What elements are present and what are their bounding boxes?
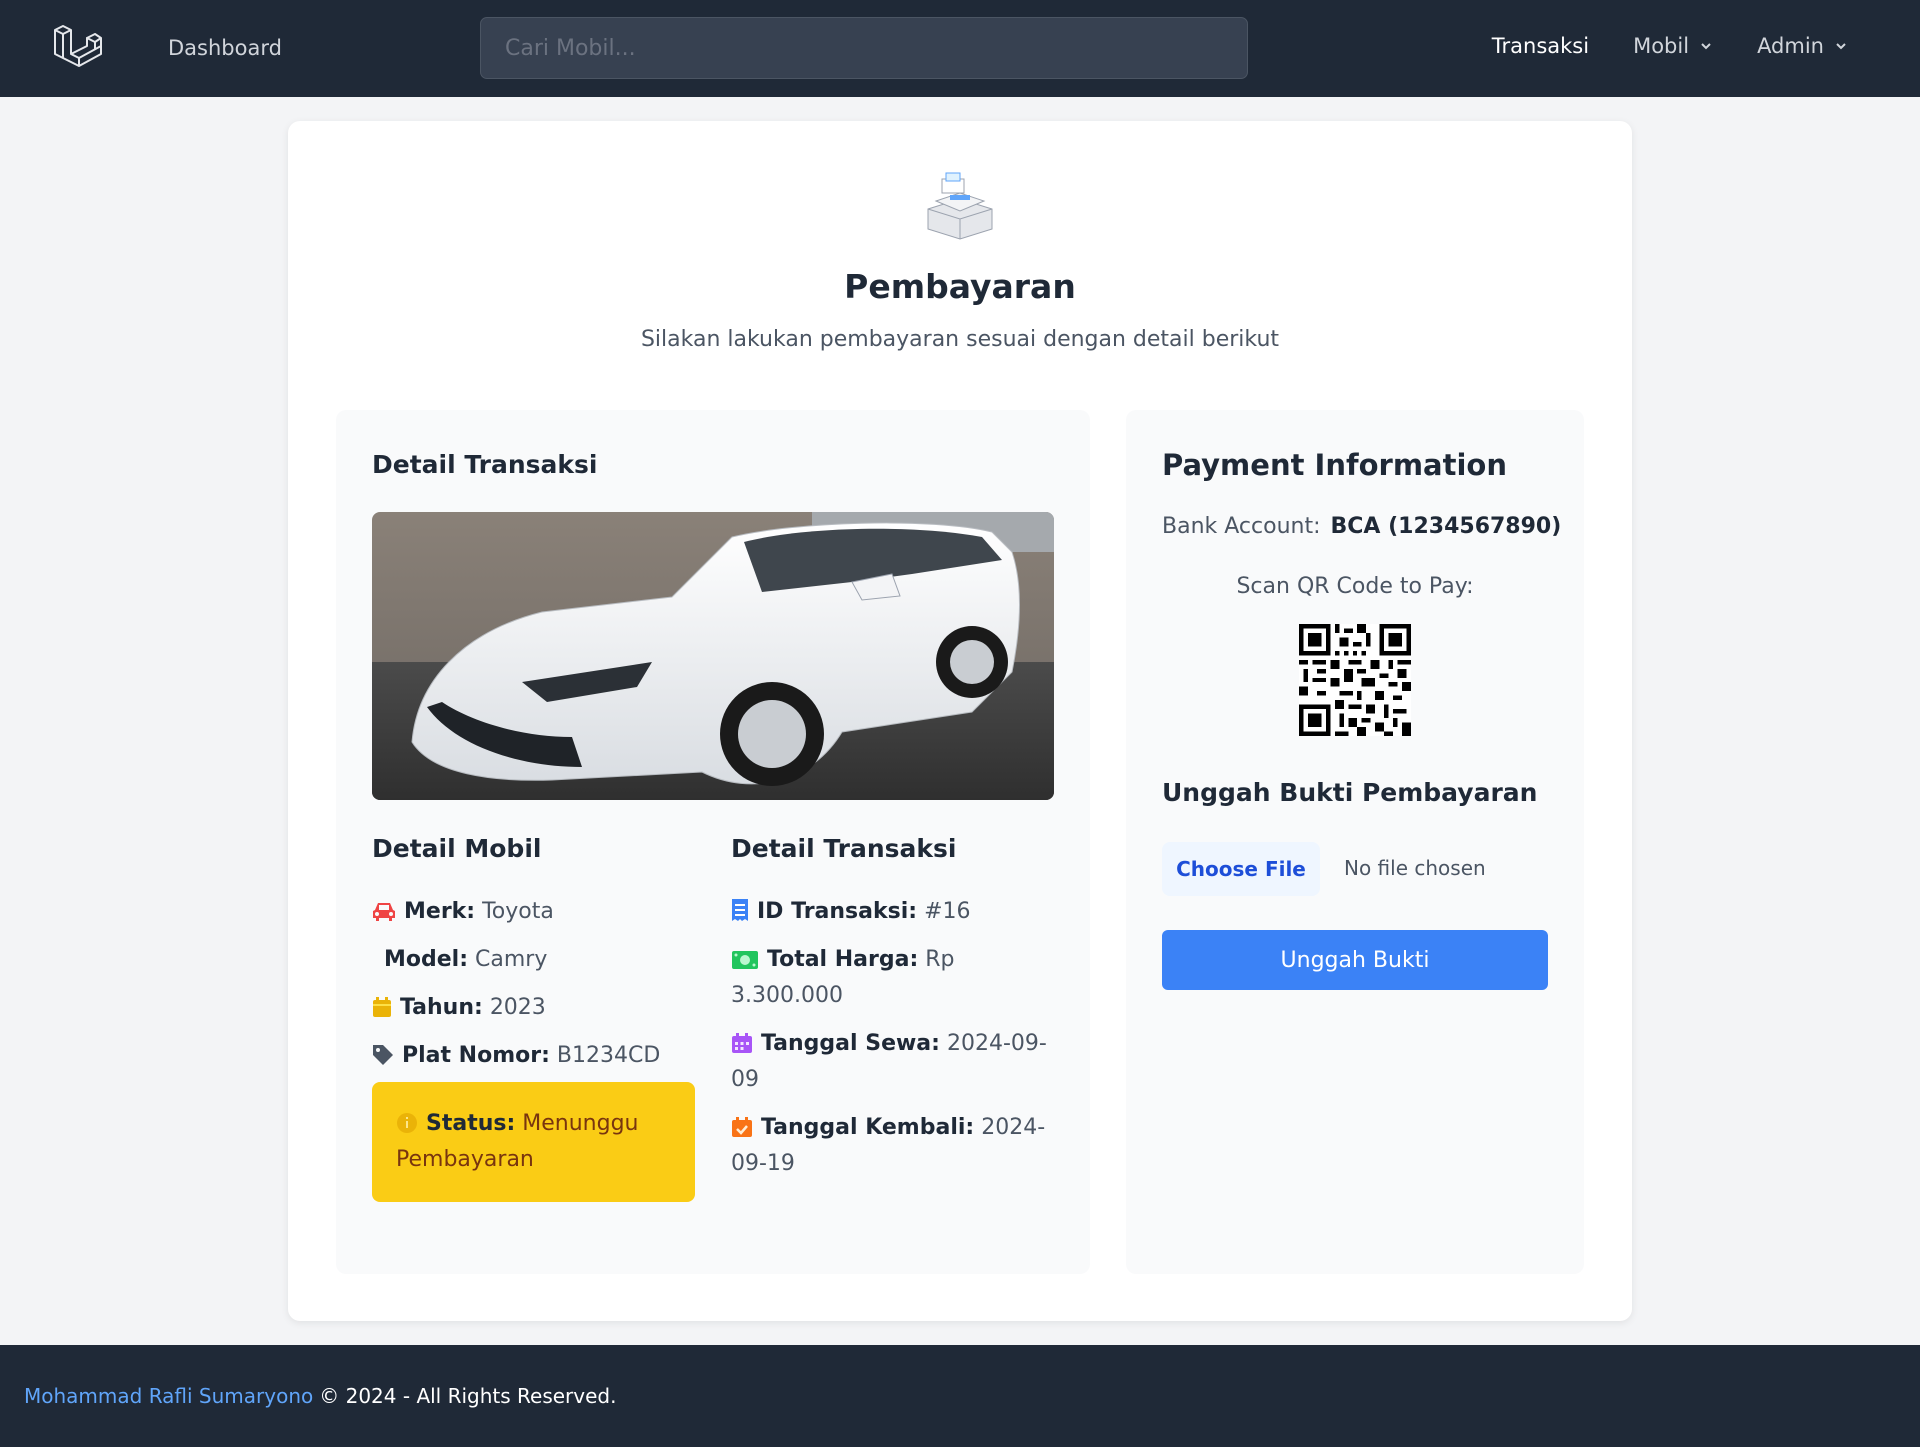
choose-file-button[interactable]: Choose File bbox=[1162, 842, 1320, 896]
nav-mobil-label: Mobil bbox=[1633, 34, 1690, 58]
upload-proof-button[interactable]: Unggah Bukti bbox=[1162, 930, 1548, 990]
footer-rights: © 2024 - All Rights Reserved. bbox=[319, 1384, 617, 1408]
info-icon bbox=[397, 1113, 417, 1133]
page-title: Pembayaran bbox=[844, 267, 1076, 306]
id-transaksi-value: #16 bbox=[924, 899, 971, 924]
bank-account-value: BCA (1234567890) bbox=[1330, 514, 1562, 539]
search-input[interactable] bbox=[480, 17, 1248, 79]
transaction-detail-heading: Detail Transaksi bbox=[372, 450, 598, 479]
car-detail-heading: Detail Mobil bbox=[372, 834, 542, 863]
bank-account-label: Bank Account: bbox=[1162, 514, 1321, 539]
payment-info-title: Payment Information bbox=[1162, 448, 1507, 482]
transaction-info-heading: Detail Transaksi bbox=[731, 834, 957, 863]
nav-mobil-dropdown[interactable]: Mobil bbox=[1633, 34, 1713, 58]
bank-account-row: Bank Account: BCA (1234567890) bbox=[1162, 514, 1561, 539]
cash-register-icon bbox=[927, 172, 993, 240]
status-label: Status: bbox=[426, 1111, 516, 1136]
qr-label: Scan QR Code to Pay: bbox=[1236, 574, 1474, 599]
car-photo bbox=[372, 512, 1054, 800]
nav-transaksi-link[interactable]: Transaksi bbox=[1492, 34, 1589, 58]
total-harga-row: Total Harga: Rp 3.300.000 bbox=[731, 942, 1061, 1014]
top-navbar: Dashboard Transaksi Mobil Admin bbox=[0, 0, 1920, 97]
model-value: Camry bbox=[475, 947, 548, 972]
tanggal-kembali-label: Tanggal Kembali: bbox=[761, 1115, 975, 1140]
tahun-value: 2023 bbox=[489, 995, 546, 1020]
id-transaksi-row: ID Transaksi: #16 bbox=[731, 894, 1061, 930]
total-harga-label: Total Harga: bbox=[767, 947, 919, 972]
payment-info-panel: Payment Information Bank Account: BCA (12… bbox=[1126, 410, 1584, 1274]
money-icon bbox=[732, 951, 758, 969]
payment-card: Pembayaran Silakan lakukan pembayaran se… bbox=[288, 121, 1632, 1321]
transaction-detail-panel: Detail Transaksi Detail Mobil Merk: Toyo… bbox=[336, 410, 1090, 1274]
calendar-check-icon bbox=[732, 1117, 752, 1137]
tanggal-sewa-label: Tanggal Sewa: bbox=[761, 1031, 940, 1056]
tanggal-kembali-row: Tanggal Kembali: 2024-09-19 bbox=[731, 1110, 1061, 1182]
receipt-icon bbox=[732, 899, 748, 921]
calendar-icon bbox=[373, 997, 391, 1017]
nav-admin-dropdown[interactable]: Admin bbox=[1757, 34, 1848, 58]
status-badge: Status: Menunggu Pembayaran bbox=[372, 1082, 695, 1202]
plat-row: Plat Nomor: B1234CD bbox=[372, 1038, 660, 1074]
chevron-down-icon bbox=[1836, 43, 1846, 50]
nav-transaksi-label: Transaksi bbox=[1491, 34, 1590, 58]
tanggal-sewa-row: Tanggal Sewa: 2024-09-09 bbox=[731, 1026, 1061, 1098]
footer-author-link[interactable]: Mohammad Rafli Sumaryono bbox=[24, 1384, 313, 1408]
tag-icon bbox=[373, 1045, 393, 1065]
nav-dashboard-link[interactable]: Dashboard bbox=[168, 36, 282, 60]
model-row: Model: Camry bbox=[384, 942, 547, 978]
calendar-days-icon bbox=[732, 1033, 752, 1053]
merk-row: Merk: Toyota bbox=[372, 894, 554, 930]
tahun-label: Tahun: bbox=[400, 995, 483, 1020]
qr-code-icon bbox=[1299, 624, 1411, 736]
id-transaksi-label: ID Transaksi: bbox=[757, 899, 918, 924]
nav-admin-label: Admin bbox=[1757, 34, 1824, 58]
file-status-text: No file chosen bbox=[1344, 856, 1486, 880]
plat-value: B1234CD bbox=[556, 1043, 661, 1068]
merk-value: Toyota bbox=[482, 899, 554, 924]
plat-label: Plat Nomor: bbox=[402, 1043, 550, 1068]
model-label: Model: bbox=[384, 947, 469, 972]
tahun-row: Tahun: 2023 bbox=[372, 990, 546, 1026]
page-subtitle: Silakan lakukan pembayaran sesuai dengan… bbox=[640, 327, 1280, 352]
upload-proof-title: Unggah Bukti Pembayaran bbox=[1162, 778, 1538, 807]
nav-right-menu: Transaksi Mobil Admin bbox=[1492, 34, 1848, 58]
laravel-logo-icon[interactable] bbox=[52, 24, 102, 74]
footer: Mohammad Rafli Sumaryono © 2024 - All Ri… bbox=[0, 1345, 1920, 1447]
chevron-down-icon bbox=[1701, 43, 1711, 50]
merk-label: Merk: bbox=[404, 899, 476, 924]
car-icon bbox=[373, 903, 395, 921]
